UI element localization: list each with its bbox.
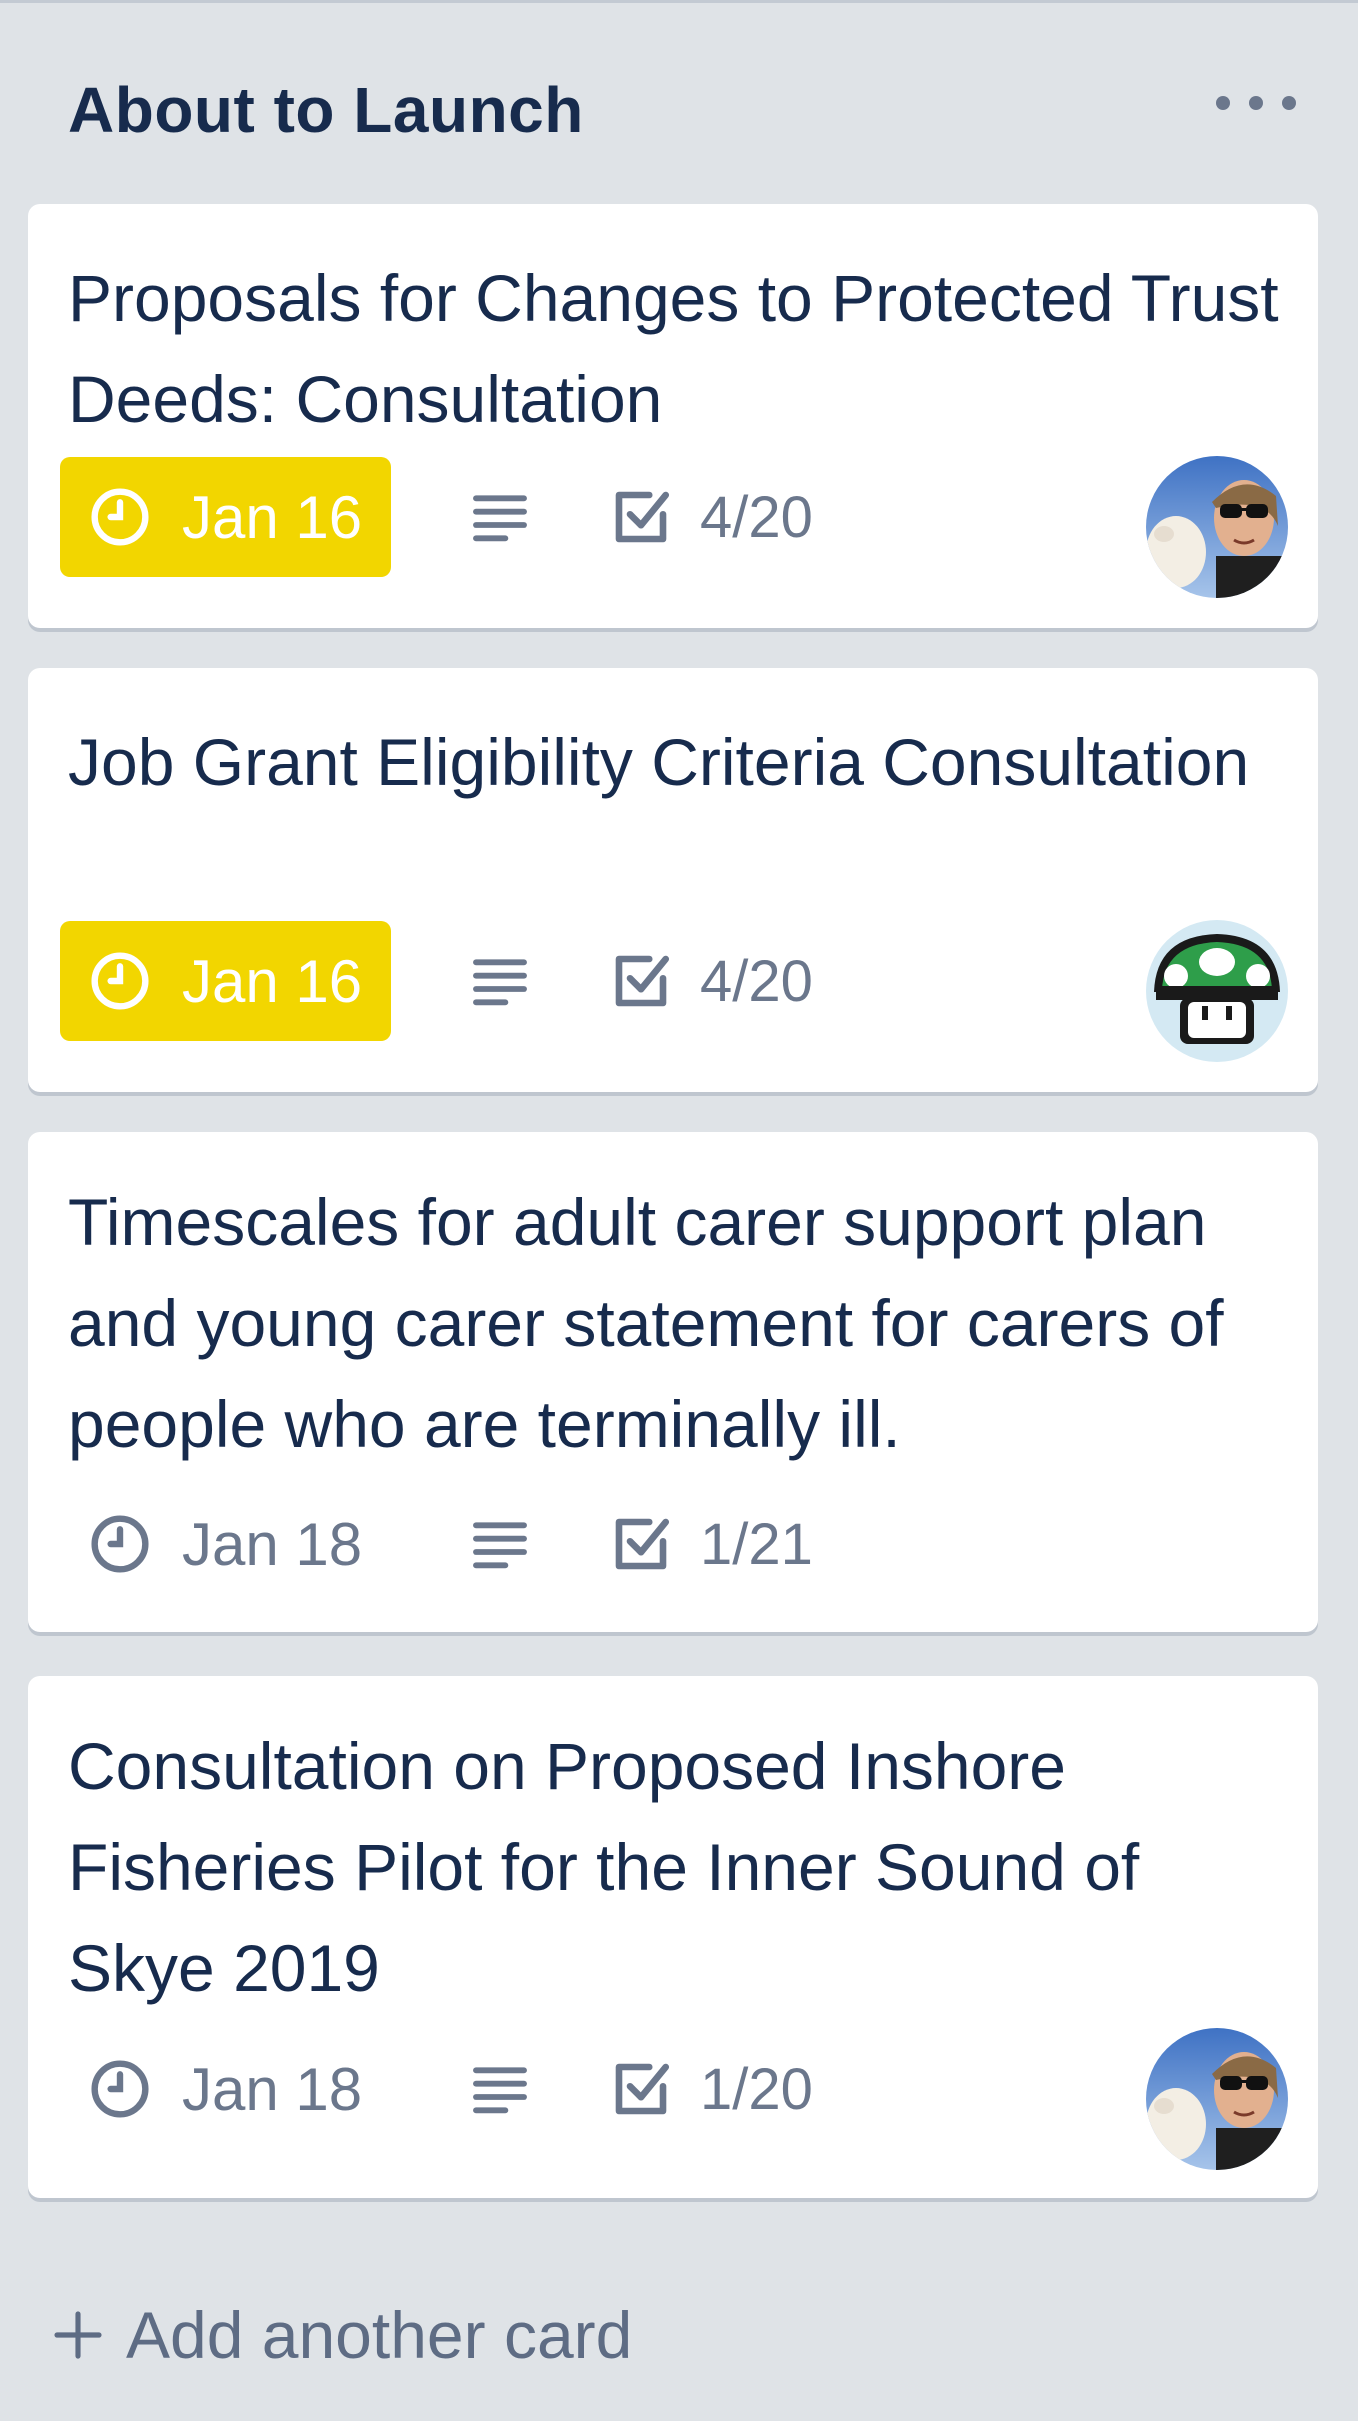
clock-icon [91,488,149,546]
card-title: Job Grant Eligibility Criteria Consultat… [68,725,1250,799]
plus-icon [54,2311,102,2359]
card-title: Consultation on Proposed Inshore Fisheri… [68,1729,1140,2005]
member-avatar[interactable] [1146,456,1288,598]
card[interactable]: Consultation on Proposed Inshore Fisheri… [28,1676,1318,2198]
checklist-count: 1/20 [700,2056,813,2122]
checklist-badge: 1/21 [608,1484,813,1604]
list-column: About to Launch Proposals for Changes to… [0,0,1358,2421]
checklist-count: 4/20 [700,948,813,1014]
checkbox-icon [615,2063,670,2115]
checklist-badge: 4/20 [608,457,813,577]
description-icon [473,2067,527,2114]
description-icon [473,1522,527,1569]
ellipsis-icon [1216,96,1230,110]
checklist-count: 4/20 [700,484,813,550]
list-header: About to Launch [0,0,1358,200]
due-date-badge[interactable]: Jan 18 [60,1484,391,1604]
checklist-badge: 4/20 [608,921,813,1041]
due-date-badge[interactable]: Jan 16 [60,921,391,1041]
add-card-label: Add another card [126,2298,633,2372]
card[interactable]: Job Grant Eligibility Criteria Consultat… [28,668,1318,1092]
card[interactable]: Timescales for adult carer support plan … [28,1132,1318,1632]
description-icon [473,495,527,542]
checklist-count: 1/21 [700,1511,813,1577]
due-date-text: Jan 16 [182,483,363,551]
due-date-text: Jan 18 [182,1510,363,1578]
ellipsis-icon-dot [1249,96,1263,110]
card[interactable]: Proposals for Changes to Protected Trust… [28,204,1318,628]
due-date-text: Jan 18 [182,2055,363,2123]
checklist-badge: 1/20 [608,2029,813,2149]
card-badges: Jan 18 1/20 [60,2029,1260,2149]
card-badges: Jan 16 4/20 [60,457,1260,577]
list-title[interactable]: About to Launch [68,72,584,148]
checkbox-icon [615,955,670,1007]
due-date-badge[interactable]: Jan 18 [60,2029,391,2149]
add-card-button[interactable]: Add another card [50,2290,632,2380]
clock-icon [91,1515,149,1573]
ellipsis-icon-dot [1282,96,1296,110]
card-badges: Jan 16 4/20 [60,921,1260,1041]
member-avatar[interactable] [1146,2028,1288,2170]
card-title: Proposals for Changes to Protected Trust… [68,261,1279,436]
clock-icon [91,952,149,1010]
due-date-badge[interactable]: Jan 16 [60,457,391,577]
checkbox-icon [615,1518,670,1570]
clock-icon [91,2060,149,2118]
mushroom-avatar[interactable] [1146,920,1288,1062]
description-icon [473,959,527,1006]
card-title: Timescales for adult carer support plan … [68,1185,1224,1461]
list-menu-button[interactable] [1216,78,1296,128]
card-badges: Jan 18 1/21 [60,1484,1260,1604]
due-date-text: Jan 16 [182,947,363,1015]
checkbox-icon [615,491,670,543]
